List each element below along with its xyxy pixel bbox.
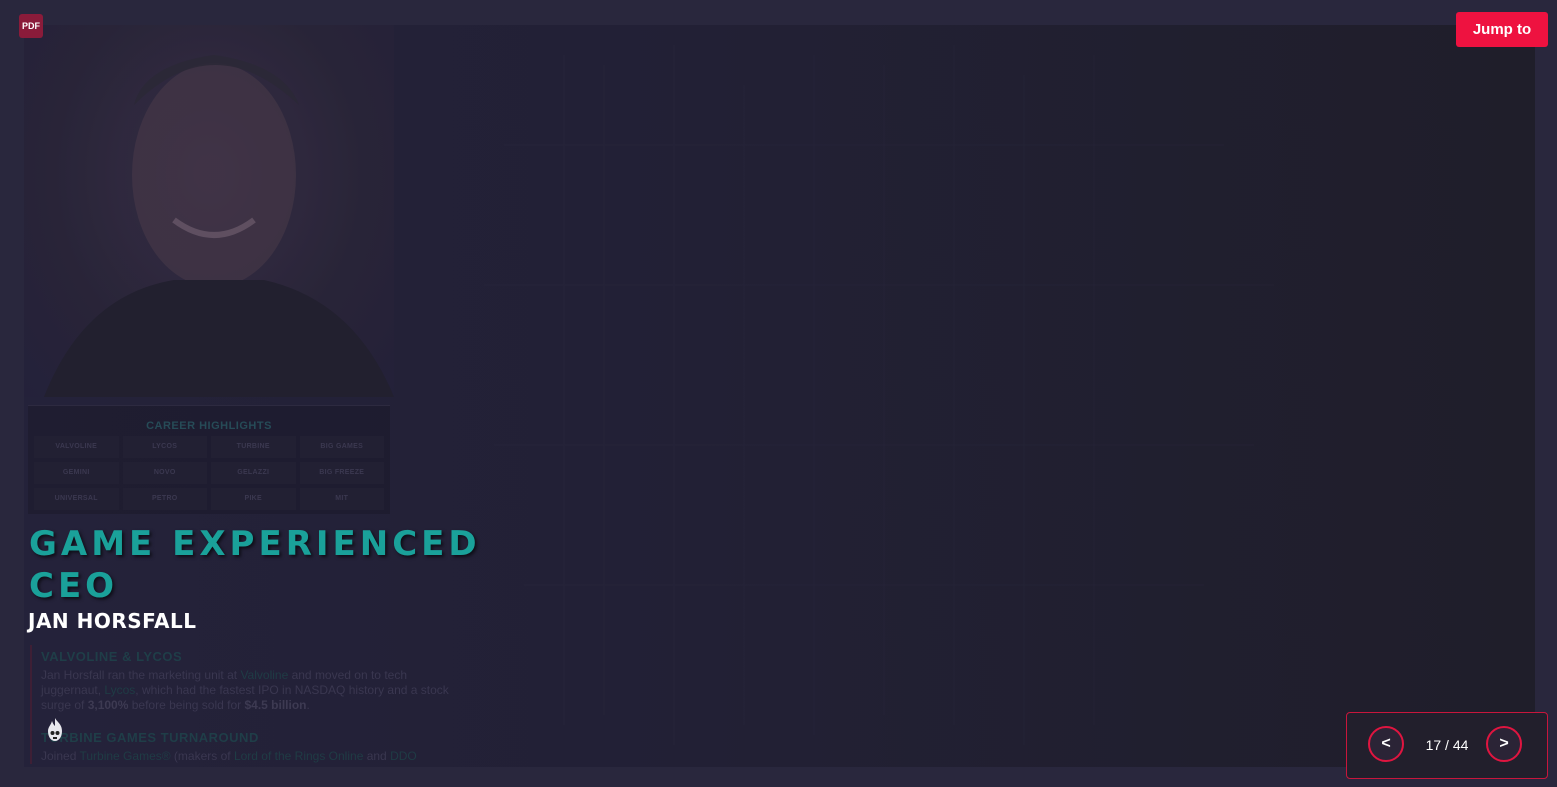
presentation-viewer: CAREER HIGHLIGHTS VALVOLINE LYCOS TURBIN… (0, 0, 1557, 787)
career-item: PIKE (211, 488, 296, 510)
career-item: VALVOLINE (34, 436, 119, 458)
career-item: TURBINE (211, 436, 296, 458)
career-highlights-grid: VALVOLINE LYCOS TURBINE BIG GAMES GEMINI… (28, 432, 390, 510)
pdf-icon[interactable]: PDF (19, 14, 43, 38)
bio-paragraph: Jan Horsfall ran the marketing unit at V… (41, 668, 449, 712)
career-highlights-panel: CAREER HIGHLIGHTS VALVOLINE LYCOS TURBIN… (28, 405, 390, 514)
career-item: UNIVERSAL (34, 488, 119, 510)
flame-skull-logo-icon (48, 718, 62, 741)
career-item: GEMINI (34, 462, 119, 484)
bio-paragraph: Joined Turbine Games® (makers of Lord of… (41, 749, 417, 763)
career-item: GELAZZI (211, 462, 296, 484)
bio-section-title: TURBINE GAMES TURNAROUND (41, 730, 259, 745)
career-item: BIG FREEZE (299, 462, 384, 484)
bio-section-title: VALVOLINE & LYCOS (41, 649, 183, 664)
jump-to-button[interactable]: Jump to (1456, 12, 1548, 47)
ceo-portrait-image (24, 25, 394, 397)
page-indicator: 17 / 44 (1425, 737, 1469, 753)
career-highlights-title: CAREER HIGHLIGHTS (146, 420, 272, 432)
bio-section: VALVOLINE & LYCOS Jan Horsfall ran the m… (30, 645, 451, 764)
person-name: JAN HORSFALL (28, 609, 197, 633)
slide-headline: GAME EXPERIENCED CEO (29, 524, 481, 606)
career-item: LYCOS (122, 436, 207, 458)
career-item: MIT (299, 488, 384, 510)
career-item: BIG GAMES (299, 436, 384, 458)
next-slide-button[interactable]: > (1486, 726, 1522, 762)
previous-slide-button[interactable]: < (1368, 726, 1404, 762)
career-item: NOVO (122, 462, 207, 484)
slide: CAREER HIGHLIGHTS VALVOLINE LYCOS TURBIN… (24, 25, 1535, 767)
slide-pager: < 17 / 44 > (1346, 712, 1548, 779)
career-item: PETRO (122, 488, 207, 510)
